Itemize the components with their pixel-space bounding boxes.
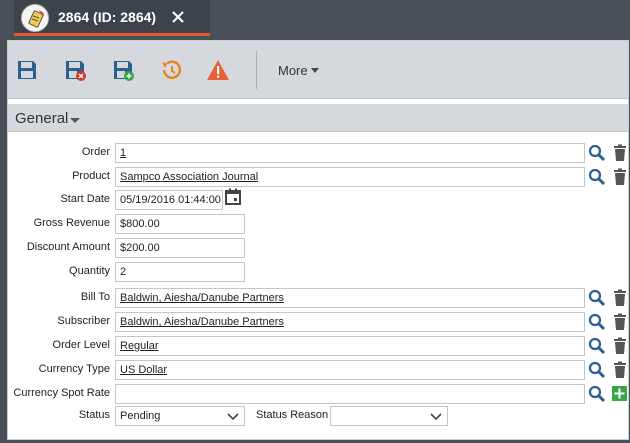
record-panel: More General Order 1 Product Sampco Asso…	[7, 40, 629, 440]
save-close-icon	[66, 61, 86, 81]
currency-type-label: Currency Type	[38, 363, 110, 375]
search-icon[interactable]	[588, 289, 606, 307]
toolbar-separator	[256, 51, 257, 89]
order-level-field[interactable]: Regular	[115, 336, 585, 356]
save-and-close-button[interactable]	[63, 58, 87, 82]
product-label: Product	[72, 170, 110, 182]
chevron-down-icon	[70, 118, 80, 123]
chevron-down-icon	[430, 413, 442, 421]
calendar-icon[interactable]	[224, 188, 242, 206]
status-reason-label: Status Reason	[256, 409, 329, 421]
history-button[interactable]	[159, 58, 183, 82]
gross-revenue-input[interactable]: $800.00	[115, 214, 245, 234]
close-icon[interactable]	[167, 6, 189, 28]
gross-revenue-label: Gross Revenue	[33, 217, 110, 229]
add-icon[interactable]	[611, 385, 629, 403]
chevron-down-icon	[310, 68, 319, 73]
bill-to-value[interactable]: Baldwin, Aiesha/Danube Partners	[120, 292, 284, 304]
warning-button[interactable]	[206, 58, 230, 82]
save-icon	[18, 61, 36, 79]
search-icon[interactable]	[588, 168, 606, 186]
section-title: General	[15, 110, 69, 127]
gross-revenue-value: $800.00	[120, 218, 160, 230]
currency-type-field[interactable]: US Dollar	[115, 360, 585, 380]
trash-icon[interactable]	[611, 361, 629, 379]
bill-to-field[interactable]: Baldwin, Aiesha/Danube Partners	[115, 288, 585, 308]
quantity-label: Quantity	[69, 265, 110, 277]
save-and-new-button[interactable]	[111, 58, 135, 82]
history-icon	[162, 60, 182, 79]
discount-amount-value: $200.00	[120, 242, 160, 254]
record-tab[interactable]: 2864 (ID: 2864)	[14, 0, 210, 36]
order-value[interactable]: 1	[120, 147, 126, 159]
order-level-value[interactable]: Regular	[120, 340, 159, 352]
trash-icon[interactable]	[611, 289, 629, 307]
quantity-value: 2	[120, 266, 127, 278]
subscriber-label: Subscriber	[57, 315, 110, 327]
product-field[interactable]: Sampco Association Journal	[115, 167, 585, 187]
bill-to-label: Bill To	[80, 291, 110, 303]
warning-icon	[207, 60, 229, 80]
product-value[interactable]: Sampco Association Journal	[120, 171, 258, 183]
save-button[interactable]	[15, 58, 39, 82]
search-icon[interactable]	[588, 144, 606, 162]
more-menu-button[interactable]: More	[278, 63, 319, 78]
subscriber-field[interactable]: Baldwin, Aiesha/Danube Partners	[115, 312, 585, 332]
trash-icon[interactable]	[611, 313, 629, 331]
save-new-icon	[114, 61, 134, 81]
section-general-header[interactable]: General	[8, 104, 628, 132]
toolbar: More	[8, 41, 628, 99]
search-icon[interactable]	[588, 361, 606, 379]
currency-type-value[interactable]: US Dollar	[120, 364, 167, 376]
status-select[interactable]: Pending	[115, 406, 245, 426]
trash-icon[interactable]	[611, 168, 629, 186]
tab-active-indicator	[14, 33, 210, 36]
search-icon[interactable]	[588, 313, 606, 331]
status-reason-select[interactable]	[330, 406, 448, 426]
chevron-down-icon	[227, 413, 239, 421]
order-level-label: Order Level	[52, 339, 110, 351]
quantity-input[interactable]: 2	[115, 262, 245, 282]
order-field[interactable]: 1	[115, 143, 585, 163]
status-label: Status	[78, 409, 110, 421]
search-icon[interactable]	[588, 385, 606, 403]
start-date-input[interactable]: 05/19/2016 01:44:00	[115, 190, 223, 210]
app-icon	[21, 4, 49, 32]
currency-spot-rate-field[interactable]	[115, 384, 585, 404]
start-date-value: 05/19/2016 01:44:00	[120, 194, 221, 206]
tab-title: 2864 (ID: 2864)	[58, 9, 157, 25]
order-label: Order	[81, 146, 110, 158]
search-icon[interactable]	[588, 337, 606, 355]
title-bar: 2864 (ID: 2864)	[0, 0, 630, 36]
more-label: More	[278, 63, 308, 78]
status-value: Pending	[120, 410, 161, 422]
subscriber-value[interactable]: Baldwin, Aiesha/Danube Partners	[120, 316, 284, 328]
trash-icon[interactable]	[611, 337, 629, 355]
discount-amount-label: Discount Amount	[26, 241, 110, 253]
currency-spot-rate-label: Currency Spot Rate	[13, 387, 110, 399]
trash-icon[interactable]	[611, 144, 629, 162]
discount-amount-input[interactable]: $200.00	[115, 238, 245, 258]
start-date-label: Start Date	[60, 193, 110, 205]
